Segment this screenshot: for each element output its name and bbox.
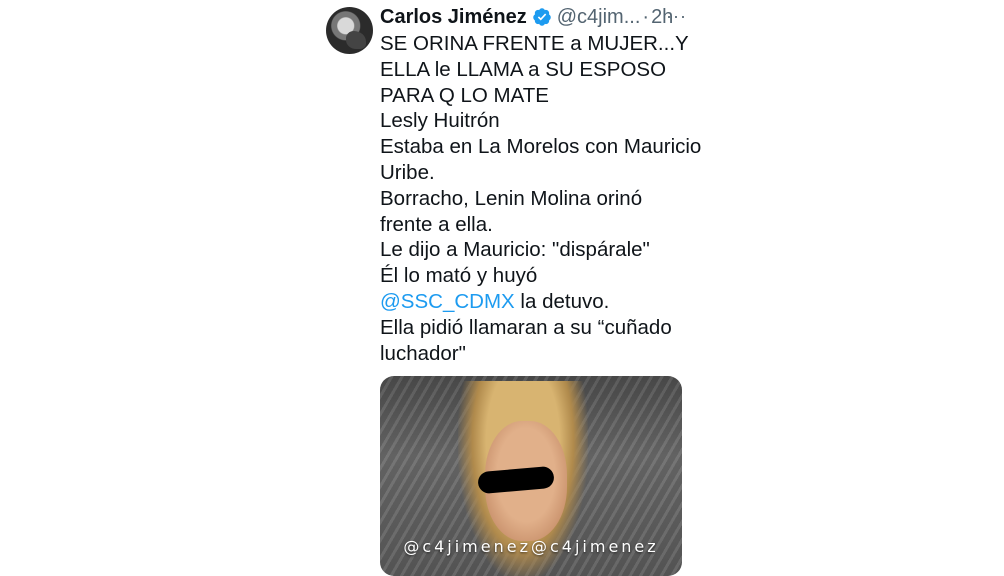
separator-dot: · — [642, 5, 650, 28]
tweet-line: Borracho, Lenin Molina orinó — [380, 186, 643, 210]
tweet-line: Ella pidió llamaran a su “cuñado — [380, 315, 672, 339]
media-watermark: @c4jimenez@c4jimenez — [403, 537, 659, 556]
verified-badge-icon — [532, 8, 551, 26]
tweet-line: Estaba en La Morelos con Mauricio — [380, 135, 702, 159]
tweet-line: PARA Q LO MATE — [380, 83, 549, 107]
tweet-header: Carlos Jiménez @c4jim... · 2h — [380, 4, 673, 30]
tweet-line: frente a ella. — [380, 212, 493, 236]
tweet-line: ELLA le LLAMA a SU ESPOSO — [380, 57, 667, 81]
tweet-line: Le dijo a Mauricio: "dispárale" — [380, 238, 650, 262]
more-options-icon[interactable]: ··· — [666, 6, 687, 27]
mention-suffix: la detuvo. — [514, 289, 610, 313]
tweet-line: luchador" — [380, 341, 466, 365]
tweet-text: SE ORINA FRENTE a MUJER...Y ELLA le LLAM… — [380, 31, 702, 366]
tweet-line: Uribe. — [380, 160, 435, 184]
author-name[interactable]: Carlos Jiménez — [380, 6, 527, 29]
tweet-line: Él lo mató y huyó — [380, 264, 538, 288]
tweet-line-mention: @SSC_CDMX la detuvo. — [380, 289, 700, 315]
author-avatar[interactable] — [326, 7, 373, 54]
tweet-line: SE ORINA FRENTE a MUJER...Y — [380, 32, 689, 55]
tweet-media-image[interactable]: @c4jimenez@c4jimenez — [380, 376, 682, 576]
mention-link[interactable]: @SSC_CDMX — [380, 290, 515, 313]
author-handle[interactable]: @c4jim... — [557, 6, 641, 29]
tweet-line: Lesly Huitrón — [380, 109, 500, 133]
